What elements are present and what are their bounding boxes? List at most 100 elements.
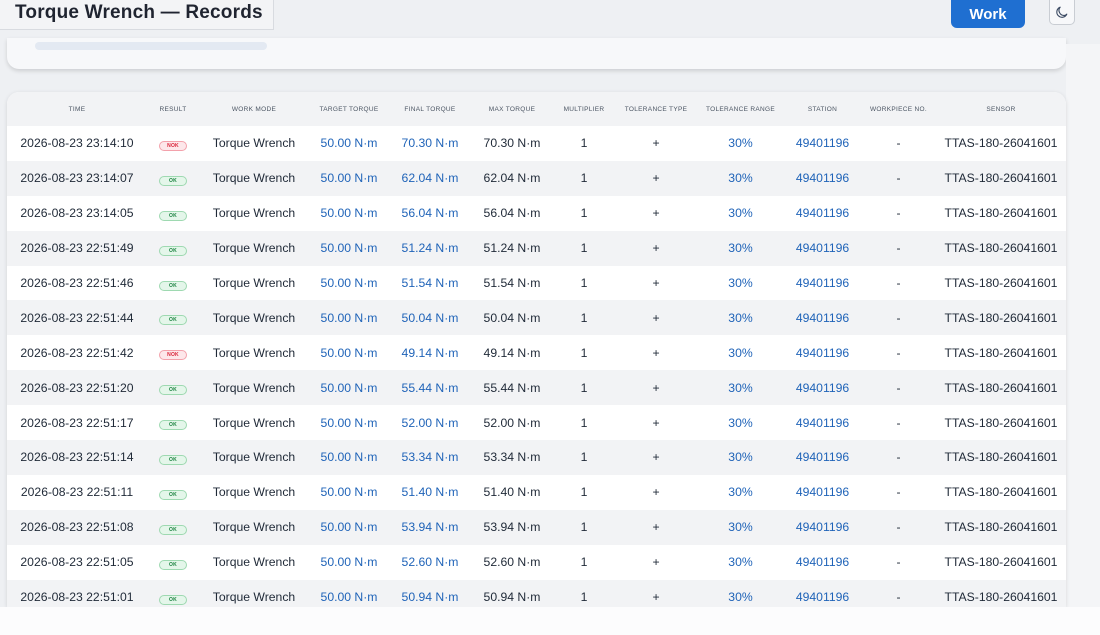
cell-final-torque[interactable]: 62.04 N·m [389,161,471,196]
cell-tolerance-range[interactable]: 30% [697,161,784,196]
col-tolerance-type[interactable]: TOLERANCE TYPE [615,92,697,126]
cell-tolerance-range[interactable]: 30% [697,126,784,161]
cell-workpiece-no: - [896,206,901,221]
cell-final-torque[interactable]: 50.04 N·m [389,300,471,335]
col-multiplier[interactable]: MULTIPLIER [553,92,615,126]
cell-tolerance-range[interactable]: 30% [697,405,784,440]
scroll-gutter [1066,44,1100,635]
cell-tolerance-range[interactable]: 30% [697,335,784,370]
cell-target-torque[interactable]: 50.00 N·m [309,580,389,607]
cell-final-torque[interactable]: 53.34 N·m [389,440,471,475]
table-row[interactable]: 2026-08-23 22:51:46 OK Torque Wrench 50.00 … [7,265,1066,301]
cell-tolerance-range[interactable]: 30% [697,231,784,266]
cell-target-torque[interactable]: 50.00 N·m [309,266,389,301]
cell-station[interactable]: 49401196 [784,370,861,405]
cell-final-torque[interactable]: 55.44 N·m [389,370,471,405]
table-row[interactable]: 2026-08-23 22:51:44 OK Torque Wrench 50.00 … [7,300,1066,336]
col-max-torque[interactable]: MAX TORQUE [471,92,553,126]
cell-final-torque[interactable]: 52.00 N·m [389,405,471,440]
cell-tolerance-range[interactable]: 30% [697,196,784,231]
col-station[interactable]: STATION [784,92,861,126]
table-row[interactable]: 2026-08-23 22:51:05 OK Torque Wrench 50.00 … [7,544,1066,580]
table-row[interactable]: 2026-08-23 22:51:42 NOK Torque Wrench 50.00… [7,335,1066,371]
cell-target-torque[interactable]: 50.00 N·m [309,126,389,161]
cell-target-torque[interactable]: 50.00 N·m [309,440,389,475]
cell-target-torque[interactable]: 50.00 N·m [309,161,389,196]
cell-time: 2026-08-23 23:14:07 [20,171,134,186]
col-work-mode[interactable]: WORK MODE [199,92,309,126]
cell-station[interactable]: 49401196 [784,231,861,266]
table-row[interactable]: 2026-08-23 22:51:17 OK Torque Wrench 50.00 … [7,405,1066,441]
cell-station[interactable]: 49401196 [784,335,861,370]
cell-workpiece-no: - [896,555,901,570]
cell-station[interactable]: 49401196 [784,545,861,580]
cell-final-torque[interactable]: 50.94 N·m [389,580,471,607]
faint-bar [35,42,267,50]
cell-station[interactable]: 49401196 [784,440,861,475]
cell-station[interactable]: 49401196 [784,405,861,440]
col-time[interactable]: TIME [7,92,147,126]
table-row[interactable]: 2026-08-23 22:51:20 OK Torque Wrench 50.00 … [7,370,1066,406]
cell-target-torque[interactable]: 50.00 N·m [309,545,389,580]
cell-tolerance-range[interactable]: 30% [697,510,784,545]
cell-tolerance-type: + [652,380,660,395]
cell-target-torque[interactable]: 50.00 N·m [309,475,389,510]
cell-target-torque[interactable]: 50.00 N·m [309,335,389,370]
cell-station[interactable]: 49401196 [784,196,861,231]
cell-target-torque[interactable]: 50.00 N·m [309,231,389,266]
cell-final-torque[interactable]: 51.54 N·m [389,266,471,301]
cell-station[interactable]: 49401196 [784,475,861,510]
cell-station[interactable]: 49401196 [784,300,861,335]
cell-final-torque[interactable]: 51.40 N·m [389,475,471,510]
cell-station[interactable]: 49401196 [784,510,861,545]
cell-target-torque[interactable]: 50.00 N·m [309,510,389,545]
cell-target-torque[interactable]: 50.00 N·m [309,405,389,440]
cell-tolerance-type: + [652,206,660,221]
cell-tolerance-range[interactable]: 30% [697,266,784,301]
cell-final-torque[interactable]: 70.30 N·m [389,126,471,161]
cell-station[interactable]: 49401196 [784,580,861,607]
cell-tolerance-range[interactable]: 30% [697,580,784,607]
title-box: Torque Wrench — Records [0,0,274,30]
cell-work-mode: Torque Wrench [212,136,296,151]
table-row[interactable]: 2026-08-23 23:14:07 OK Torque Wrench 50.00 … [7,160,1066,196]
col-workpiece-no[interactable]: WORKPIECE NO. [861,92,936,126]
result-badge: OK [159,420,187,431]
cell-target-torque[interactable]: 50.00 N·m [309,370,389,405]
cell-multiplier: 1 [580,206,588,221]
table-row[interactable]: 2026-08-23 22:51:01 OK Torque Wrench 50.00 … [7,579,1066,607]
cell-tolerance-range[interactable]: 30% [697,440,784,475]
cell-station[interactable]: 49401196 [784,161,861,196]
cell-tolerance-range[interactable]: 30% [697,475,784,510]
cell-target-torque[interactable]: 50.00 N·m [309,196,389,231]
cell-tolerance-range[interactable]: 30% [697,300,784,335]
cell-target-torque[interactable]: 50.00 N·m [309,300,389,335]
table-row[interactable]: 2026-08-23 23:14:10 NOK Torque Wrench 50.00… [7,126,1066,161]
cell-final-torque[interactable]: 52.60 N·m [389,545,471,580]
col-sensor[interactable]: SENSOR [936,92,1066,126]
cell-result: OK [147,266,199,301]
table-row[interactable]: 2026-08-23 22:51:49 OK Torque Wrench 50.00 … [7,230,1066,266]
cell-final-torque[interactable]: 49.14 N·m [389,335,471,370]
table-row[interactable]: 2026-08-23 23:14:05 OK Torque Wrench 50.00 … [7,195,1066,231]
col-tolerance-range[interactable]: TOLERANCE RANGE [697,92,784,126]
work-button[interactable]: Work [951,0,1025,28]
cell-station[interactable]: 49401196 [784,126,861,161]
col-final-torque[interactable]: FINAL TORQUE [389,92,471,126]
cell-final-torque[interactable]: 51.24 N·m [389,231,471,266]
table-row[interactable]: 2026-08-23 22:51:08 OK Torque Wrench 50.00 … [7,509,1066,545]
theme-toggle-button[interactable] [1049,0,1075,25]
cell-final-torque[interactable]: 56.04 N·m [389,196,471,231]
col-target-torque[interactable]: TARGET TORQUE [309,92,389,126]
cell-tolerance-range[interactable]: 30% [697,370,784,405]
result-badge: OK [159,175,187,186]
cell-tolerance-range[interactable]: 30% [697,545,784,580]
table-row[interactable]: 2026-08-23 22:51:11 OK Torque Wrench 50.00 … [7,474,1066,510]
col-result[interactable]: RESULT [147,92,199,126]
table-row[interactable]: 2026-08-23 22:51:14 OK Torque Wrench 50.00 … [7,440,1066,475]
cell-station[interactable]: 49401196 [784,266,861,301]
cell-time: 2026-08-23 22:51:05 [20,555,134,570]
cell-final-torque[interactable]: 53.94 N·m [389,510,471,545]
cell-work-mode: Torque Wrench [212,590,296,605]
page-title: Torque Wrench — Records [15,2,263,23]
